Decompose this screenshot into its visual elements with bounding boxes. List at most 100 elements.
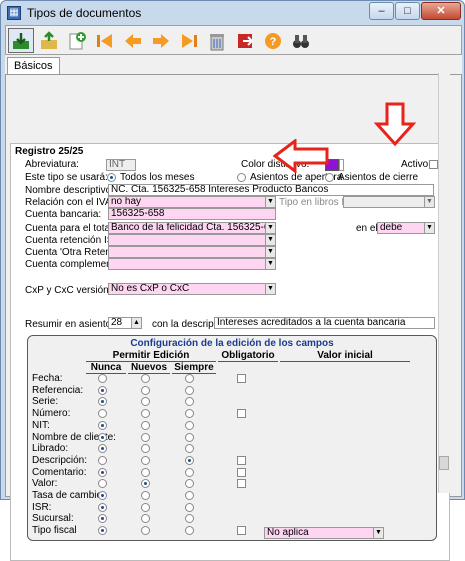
config-row-obligatorio-checkbox[interactable] — [237, 479, 246, 489]
config-row-label: Número: — [32, 408, 71, 420]
cxp-select[interactable]: No es CxP o CxC ▼ — [108, 283, 276, 295]
last-button[interactable] — [176, 28, 202, 53]
previous-button[interactable] — [120, 28, 146, 53]
config-row-radio[interactable] — [141, 467, 150, 477]
exit-button[interactable] — [232, 28, 258, 53]
activo-checkbox[interactable] — [429, 160, 438, 169]
minimize-button[interactable]: – — [369, 2, 394, 20]
config-row-obligatorio-checkbox[interactable] — [237, 409, 246, 419]
config-row-radio[interactable] — [185, 420, 194, 430]
prev-icon — [125, 33, 141, 48]
libros-select[interactable]: ▼ — [343, 196, 435, 208]
enel-select[interactable]: debe ▼ — [377, 222, 435, 234]
config-title: Configuración de la edición de los campo… — [130, 338, 334, 349]
config-row-radio[interactable] — [141, 420, 150, 430]
config-row-radio[interactable] — [141, 479, 150, 489]
bancaria-field[interactable]: 156325-658 — [108, 208, 276, 220]
first-button[interactable] — [92, 28, 118, 53]
config-row-radio[interactable] — [185, 397, 194, 407]
config-row-radio[interactable] — [98, 479, 107, 489]
config-row-radio[interactable] — [98, 420, 107, 430]
otra-select[interactable]: ▼ — [108, 246, 276, 258]
desc-field[interactable]: Intereses acreditados a la cuenta bancar… — [214, 317, 435, 329]
config-row-radio[interactable] — [141, 385, 150, 395]
save-button[interactable] — [8, 28, 34, 53]
config-row-radio[interactable] — [141, 432, 150, 442]
spin-arrows-icon: ▲ — [131, 318, 141, 328]
config-row-radio[interactable] — [141, 526, 150, 536]
config-row-radio[interactable] — [141, 455, 150, 465]
config-row-obligatorio-checkbox[interactable] — [237, 467, 246, 477]
config-h-nunca: Nunca — [86, 362, 126, 374]
usara-radio-cierre[interactable] — [325, 173, 334, 182]
config-row-radio[interactable] — [98, 526, 107, 536]
config-row-obligatorio-checkbox[interactable] — [237, 455, 246, 465]
nombre-field[interactable]: NC. Cta. 156325-658 Intereses Producto B… — [108, 184, 434, 196]
activo-label: Activo: — [401, 159, 432, 170]
config-h-oblig: Obligatorio — [218, 350, 278, 362]
resumir-spin[interactable]: 28 ▲ — [108, 317, 142, 329]
config-row-radio[interactable] — [185, 514, 194, 524]
iva-select[interactable]: no hay ▼ — [108, 196, 276, 208]
open-button[interactable] — [36, 28, 62, 53]
config-row-radio[interactable] — [141, 374, 150, 383]
new-button[interactable] — [64, 28, 90, 53]
config-row-radio[interactable] — [98, 409, 107, 419]
delete-button[interactable] — [204, 28, 230, 53]
usara-radio-todos[interactable] — [107, 173, 116, 182]
config-row-radio[interactable] — [98, 502, 107, 512]
window-title: Tipos de documentos — [27, 6, 142, 20]
config-row-radio[interactable] — [185, 526, 194, 536]
config-row-radio[interactable] — [185, 502, 194, 512]
chevron-down-icon: ▼ — [424, 223, 434, 233]
config-row-radio[interactable] — [98, 374, 107, 383]
scrollbar[interactable] — [438, 73, 450, 493]
config-row-obligatorio-checkbox[interactable] — [237, 374, 246, 383]
config-row-radio[interactable] — [141, 409, 150, 419]
compl-select[interactable]: ▼ — [108, 258, 276, 270]
config-row-radio[interactable] — [141, 502, 150, 512]
tipo-fiscal-select[interactable]: No aplica ▼ — [264, 527, 384, 539]
config-row-radio[interactable] — [141, 397, 150, 407]
config-row-radio[interactable] — [185, 385, 194, 395]
config-row-radio[interactable] — [185, 432, 194, 442]
config-row-obligatorio-checkbox[interactable] — [237, 526, 246, 536]
isr-select[interactable]: ▼ — [108, 234, 276, 246]
config-row-radio[interactable] — [141, 491, 150, 500]
new-icon — [69, 31, 86, 49]
config-row-radio[interactable] — [141, 514, 150, 524]
config-row-radio[interactable] — [98, 444, 107, 454]
config-row-radio[interactable] — [98, 491, 107, 500]
config-row-label: Librado: — [32, 443, 69, 455]
scrollbar-thumb[interactable] — [439, 456, 449, 470]
config-group: Configuración de la edición de los campo… — [27, 335, 437, 541]
abrev-field[interactable]: INT — [106, 159, 136, 171]
config-row-radio[interactable] — [185, 479, 194, 489]
config-row-radio[interactable] — [98, 432, 107, 442]
config-row-radio[interactable] — [141, 444, 150, 454]
usara-radio-apertura[interactable] — [237, 173, 246, 182]
chevron-down-icon: ▼ — [265, 284, 275, 294]
config-row-radio[interactable] — [98, 385, 107, 395]
config-row-radio[interactable] — [185, 491, 194, 500]
config-row-radio[interactable] — [185, 467, 194, 477]
search-button[interactable] — [288, 28, 314, 53]
config-row-radio[interactable] — [98, 514, 107, 524]
tab-basicos[interactable]: Básicos — [7, 57, 60, 75]
config-row-radio[interactable] — [98, 455, 107, 465]
config-row-radio[interactable] — [98, 397, 107, 407]
config-row-radio[interactable] — [98, 467, 107, 477]
record-form: Registro 25/25 Abreviatura: INT Color di… — [10, 143, 450, 561]
help-button[interactable]: ? — [260, 28, 286, 53]
color-picker-button[interactable] — [339, 159, 344, 171]
config-h-nuevos: Nuevos — [128, 362, 170, 374]
close-button[interactable]: ✕ — [421, 2, 461, 20]
config-row-radio[interactable] — [185, 444, 194, 454]
total-select[interactable]: Banco de la felicidad Cta. 156325-658 ▼ — [108, 222, 276, 234]
config-row-radio[interactable] — [185, 374, 194, 383]
usara-opt-cierre: Asientos de cierre — [338, 172, 419, 183]
maximize-button[interactable]: □ — [395, 2, 420, 20]
config-row-radio[interactable] — [185, 409, 194, 419]
config-row-radio[interactable] — [185, 455, 194, 465]
next-button[interactable] — [148, 28, 174, 53]
